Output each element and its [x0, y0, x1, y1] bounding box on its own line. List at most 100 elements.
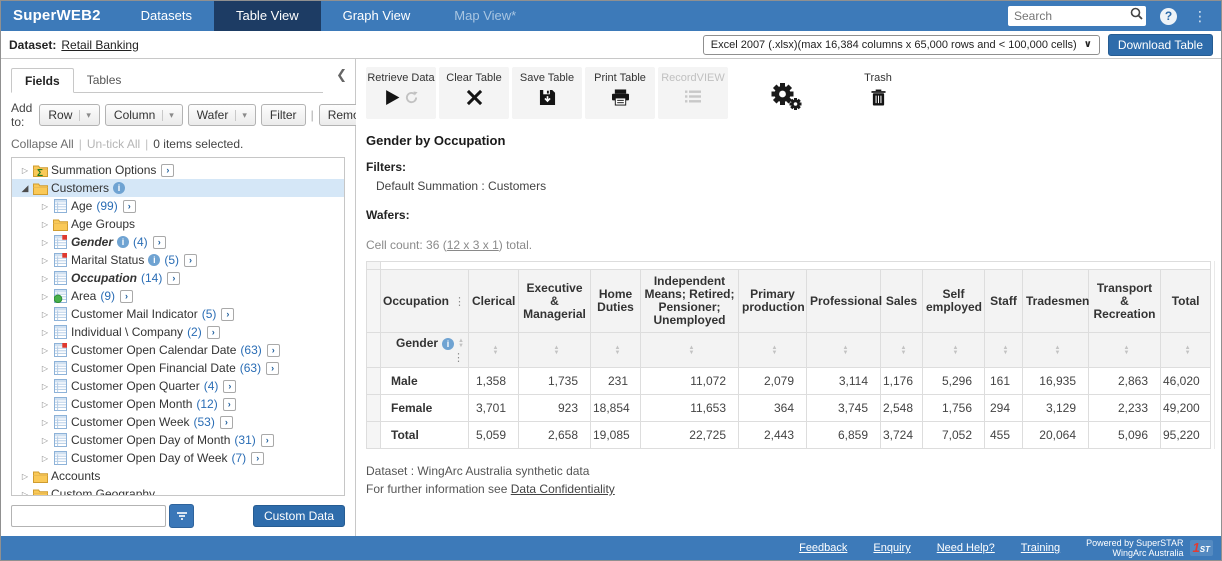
add-to-wafer-button[interactable]: Wafer▾ [188, 104, 256, 126]
tree-item[interactable]: ▷Marital Statusi(5)› [12, 251, 344, 269]
sort-icon[interactable]: ▲▼ [953, 346, 959, 356]
row-header[interactable]: Total [381, 422, 469, 449]
quick-add-icon[interactable]: › [161, 164, 174, 177]
quick-add-icon[interactable]: › [267, 344, 280, 357]
collapse-all-link[interactable]: Collapse All [11, 137, 74, 151]
sort-icon[interactable]: ▲▼ [554, 346, 560, 356]
table-options-button[interactable] [769, 81, 803, 118]
sort-icon[interactable]: ▲▼ [843, 346, 849, 356]
sort-icon[interactable]: ▲▼ [1124, 346, 1130, 356]
tree-collapsed-icon[interactable]: ▷ [38, 400, 52, 409]
quick-add-icon[interactable]: › [221, 308, 234, 321]
feedback-link[interactable]: Feedback [799, 542, 847, 554]
need-help-link[interactable]: Need Help? [937, 542, 995, 554]
sort-icon[interactable]: ▲▼ [458, 339, 464, 349]
column-sort-cell[interactable]: ▲▼ [641, 333, 739, 368]
filter-button[interactable]: Filter [261, 104, 306, 126]
column-header[interactable]: Transport & Recreation [1089, 270, 1161, 333]
table-scrollbar[interactable] [1214, 261, 1215, 449]
quick-add-icon[interactable]: › [207, 326, 220, 339]
tree-collapsed-icon[interactable]: ▷ [38, 310, 52, 319]
tree-item[interactable]: ▷Genderi(4)› [12, 233, 344, 251]
print-table-button[interactable]: Print Table [585, 67, 655, 119]
column-sort-cell[interactable]: ▲▼ [881, 333, 923, 368]
download-table-button[interactable]: Download Table [1108, 34, 1213, 56]
quick-add-icon[interactable]: › [220, 416, 233, 429]
tree-item[interactable]: ▷Customer Open Financial Date(63)› [12, 359, 344, 377]
tree-collapsed-icon[interactable]: ▷ [38, 346, 52, 355]
info-icon[interactable]: i [117, 236, 129, 248]
column-header[interactable]: Primary production [739, 270, 807, 333]
data-confidentiality-link[interactable]: Data Confidentiality [511, 482, 615, 496]
untick-all-link[interactable]: Un-tick All [87, 137, 140, 151]
tab-tables[interactable]: Tables [74, 68, 135, 93]
tree-item[interactable]: ▷Customer Open Week(53)› [12, 413, 344, 431]
add-to-column-button[interactable]: Column▾ [105, 104, 183, 126]
column-sort-cell[interactable]: ▲▼ [1089, 333, 1161, 368]
custom-data-button[interactable]: Custom Data [253, 505, 345, 527]
tree-collapsed-icon[interactable]: ▷ [38, 238, 52, 247]
nav-tab-graph-view[interactable]: Graph View [321, 1, 433, 31]
tree-item[interactable]: ▷Customer Open Calendar Date(63)› [12, 341, 344, 359]
row-header[interactable]: Female [381, 395, 469, 422]
dataset-link[interactable]: Retail Banking [61, 38, 138, 52]
column-header[interactable]: Staff [985, 270, 1023, 333]
cell-count-link[interactable]: 12 x 3 x 1 [447, 238, 499, 252]
kebab-menu-icon[interactable]: ⋮ [453, 352, 464, 364]
column-sort-cell[interactable]: ▲▼ [591, 333, 641, 368]
export-format-select[interactable]: Excel 2007 (.xlsx)(max 16,384 columns x … [703, 35, 1100, 55]
tree-item[interactable]: ▷Individual \ Company(2)› [12, 323, 344, 341]
tree-collapsed-icon[interactable]: ▷ [38, 274, 52, 283]
tree-collapsed-icon[interactable]: ▷ [38, 454, 52, 463]
sort-icon[interactable]: ▲▼ [1055, 346, 1061, 356]
tree-collapsed-icon[interactable]: ▷ [18, 490, 32, 497]
column-sort-cell[interactable]: ▲▼ [985, 333, 1023, 368]
sort-icon[interactable]: ▲▼ [1003, 346, 1009, 356]
sort-icon[interactable]: ▲▼ [615, 346, 621, 356]
sort-icon[interactable]: ▲▼ [689, 346, 695, 356]
sort-icon[interactable]: ▲▼ [1185, 346, 1191, 356]
quick-add-icon[interactable]: › [223, 398, 236, 411]
tree-collapsed-icon[interactable]: ▷ [18, 472, 32, 481]
column-header[interactable]: Clerical [469, 270, 519, 333]
tree-item[interactable]: ▷Age Groups [12, 215, 344, 233]
column-header[interactable]: Sales [881, 270, 923, 333]
recordview-button[interactable]: RecordVIEW [658, 67, 728, 119]
column-sort-cell[interactable]: ▲▼ [1023, 333, 1089, 368]
tree-collapsed-icon[interactable]: ▷ [38, 202, 52, 211]
help-icon[interactable]: ? [1160, 8, 1177, 25]
column-header[interactable]: Home Duties [591, 270, 641, 333]
sort-icon[interactable]: ▲▼ [493, 346, 499, 356]
column-header[interactable]: Independent Means; Retired; Pensioner; U… [641, 270, 739, 333]
tree-item[interactable]: ▷Accounts [12, 467, 344, 485]
tree-item[interactable]: ▷Age(99)› [12, 197, 344, 215]
info-icon[interactable]: i [442, 338, 454, 350]
save-table-button[interactable]: Save Table [512, 67, 582, 119]
column-sort-cell[interactable]: ▲▼ [739, 333, 807, 368]
quick-add-icon[interactable]: › [251, 452, 264, 465]
sidebar-collapse-icon[interactable]: ❮ [336, 67, 347, 83]
tree-item[interactable]: ▷Custom Geography [12, 485, 344, 496]
column-header[interactable]: Executive & Managerial [519, 270, 591, 333]
tree-collapsed-icon[interactable]: ▷ [38, 382, 52, 391]
quick-add-icon[interactable]: › [120, 290, 133, 303]
menu-kebab-icon[interactable]: ⋮ [1189, 8, 1211, 25]
search-icon[interactable] [1126, 7, 1146, 25]
tree-collapsed-icon[interactable]: ▷ [38, 436, 52, 445]
info-icon[interactable]: i [113, 182, 125, 194]
column-sort-cell[interactable]: ▲▼ [519, 333, 591, 368]
trash-button[interactable]: Trash [843, 67, 913, 119]
tree-collapsed-icon[interactable]: ▷ [18, 166, 32, 175]
quick-add-icon[interactable]: › [123, 200, 136, 213]
column-sort-cell[interactable]: ▲▼ [807, 333, 881, 368]
tree-item[interactable]: ▷Customer Open Quarter(4)› [12, 377, 344, 395]
tree-item[interactable]: ▷Customer Open Month(12)› [12, 395, 344, 413]
column-header[interactable]: Self employed [923, 270, 985, 333]
tree-collapsed-icon[interactable]: ▷ [38, 292, 52, 301]
tree-item[interactable]: ▷Customer Mail Indicator(5)› [12, 305, 344, 323]
quick-add-icon[interactable]: › [266, 362, 279, 375]
quick-add-icon[interactable]: › [223, 380, 236, 393]
tree-expanded-icon[interactable]: ◢ [18, 183, 32, 194]
column-sort-cell[interactable]: ▲▼ [469, 333, 519, 368]
tree-item[interactable]: ◢Customersi [12, 179, 344, 197]
